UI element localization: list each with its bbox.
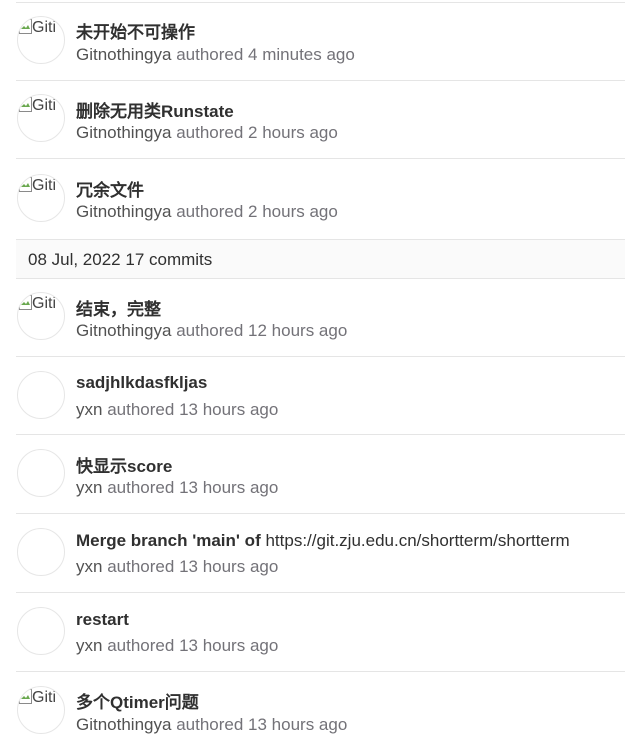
broken-image-icon — [19, 97, 32, 112]
commit-author[interactable]: Gitnothingya — [76, 45, 171, 64]
commit-title[interactable]: 未开始不可操作 — [76, 18, 195, 43]
avatar[interactable] — [17, 371, 65, 419]
commit-time: 13 hours ago — [179, 478, 279, 497]
avatar[interactable]: Giti — [17, 94, 65, 142]
avatar-alt-text: Giti — [32, 19, 56, 36]
day-date: 08 Jul, 2022 — [28, 250, 121, 269]
broken-image-icon — [19, 177, 32, 192]
commit-title[interactable]: 删除无用类Runstate — [76, 97, 234, 122]
avatar[interactable] — [17, 607, 65, 655]
commit-time: 2 hours ago — [248, 123, 338, 142]
commit-time: 12 hours ago — [248, 321, 348, 340]
avatar-alt-text: Giti — [32, 689, 56, 706]
commit-time: 13 hours ago — [248, 715, 348, 734]
avatar-alt-text: Giti — [32, 177, 56, 194]
broken-image-icon — [19, 19, 32, 34]
commit-title[interactable]: Merge branch 'main' of https://git.zju.e… — [76, 531, 570, 551]
commit-time: 13 hours ago — [179, 400, 279, 419]
commit-row: Giti 删除无用类Runstate Gitnothingya authored… — [16, 81, 625, 159]
commit-title[interactable]: 冗余文件 — [76, 176, 144, 201]
commit-author[interactable]: yxn — [76, 478, 102, 497]
commit-title[interactable]: restart — [76, 610, 129, 630]
authored-label: authored — [176, 45, 244, 64]
commit-meta: yxn authored 13 hours ago — [76, 478, 278, 498]
commit-author[interactable]: Gitnothingya — [76, 123, 171, 142]
authored-label: authored — [107, 400, 175, 419]
commit-meta: Gitnothingya authored 12 hours ago — [76, 321, 347, 341]
avatar-alt-text: Giti — [32, 97, 56, 114]
avatar[interactable]: Giti — [17, 174, 65, 222]
commit-meta: Gitnothingya authored 13 hours ago — [76, 715, 347, 735]
commit-author[interactable]: yxn — [76, 557, 102, 576]
commit-title-link[interactable]: https://git.zju.edu.cn/shortterm/shortte… — [265, 531, 569, 550]
commit-list: Giti 未开始不可操作 Gitnothingya authored 4 min… — [0, 0, 625, 744]
authored-label: authored — [107, 478, 175, 497]
avatar-alt-text: Giti — [32, 295, 56, 312]
day-group-header: 08 Jul, 2022 17 commits — [16, 239, 625, 279]
avatar[interactable]: Giti — [17, 686, 65, 734]
commit-title[interactable]: 快显示score — [76, 452, 172, 477]
authored-label: authored — [176, 321, 244, 340]
commit-author[interactable]: yxn — [76, 636, 102, 655]
authored-label: authored — [176, 123, 244, 142]
broken-image-icon — [19, 295, 32, 310]
commit-row: Giti 冗余文件 Gitnothingya authored 2 hours … — [16, 160, 625, 238]
commit-time: 13 hours ago — [179, 636, 279, 655]
avatar[interactable]: Giti — [17, 292, 65, 340]
commit-author[interactable]: Gitnothingya — [76, 715, 171, 734]
avatar[interactable]: Giti — [17, 16, 65, 64]
commit-row: Giti 多个Qtimer问题 Gitnothingya authored 13… — [16, 673, 625, 744]
commit-time: 13 hours ago — [179, 557, 279, 576]
commit-time: 2 hours ago — [248, 202, 338, 221]
commit-title[interactable]: 结束，完整 — [76, 295, 161, 320]
day-group-label: 08 Jul, 2022 17 commits — [28, 250, 212, 270]
commit-row: restart yxn authored 13 hours ago — [16, 594, 625, 672]
commit-meta: yxn authored 13 hours ago — [76, 636, 278, 656]
commit-meta: yxn authored 13 hours ago — [76, 400, 278, 420]
commit-title[interactable]: 多个Qtimer问题 — [76, 688, 199, 713]
commit-meta: Gitnothingya authored 4 minutes ago — [76, 45, 355, 65]
commit-meta: yxn authored 13 hours ago — [76, 557, 278, 577]
commit-title-text: Merge branch 'main' of — [76, 531, 261, 550]
commit-title[interactable]: sadjhlkdasfkljas — [76, 373, 207, 393]
commit-author[interactable]: Gitnothingya — [76, 321, 171, 340]
commit-row: Merge branch 'main' of https://git.zju.e… — [16, 515, 625, 593]
authored-label: authored — [176, 202, 244, 221]
commit-row: Giti 结束，完整 Gitnothingya authored 12 hour… — [16, 279, 625, 357]
authored-label: authored — [176, 715, 244, 734]
avatar[interactable] — [17, 449, 65, 497]
day-commit-count: 17 commits — [125, 250, 213, 269]
commit-author[interactable]: Gitnothingya — [76, 202, 171, 221]
commit-meta: Gitnothingya authored 2 hours ago — [76, 123, 338, 143]
broken-image-icon — [19, 689, 32, 704]
commit-meta: Gitnothingya authored 2 hours ago — [76, 202, 338, 222]
commit-row: Giti 未开始不可操作 Gitnothingya authored 4 min… — [16, 3, 625, 81]
authored-label: authored — [107, 636, 175, 655]
authored-label: authored — [107, 557, 175, 576]
commit-time: 4 minutes ago — [248, 45, 355, 64]
commit-row: sadjhlkdasfkljas yxn authored 13 hours a… — [16, 357, 625, 435]
avatar[interactable] — [17, 528, 65, 576]
commit-row: 快显示score yxn authored 13 hours ago — [16, 436, 625, 514]
commit-author[interactable]: yxn — [76, 400, 102, 419]
